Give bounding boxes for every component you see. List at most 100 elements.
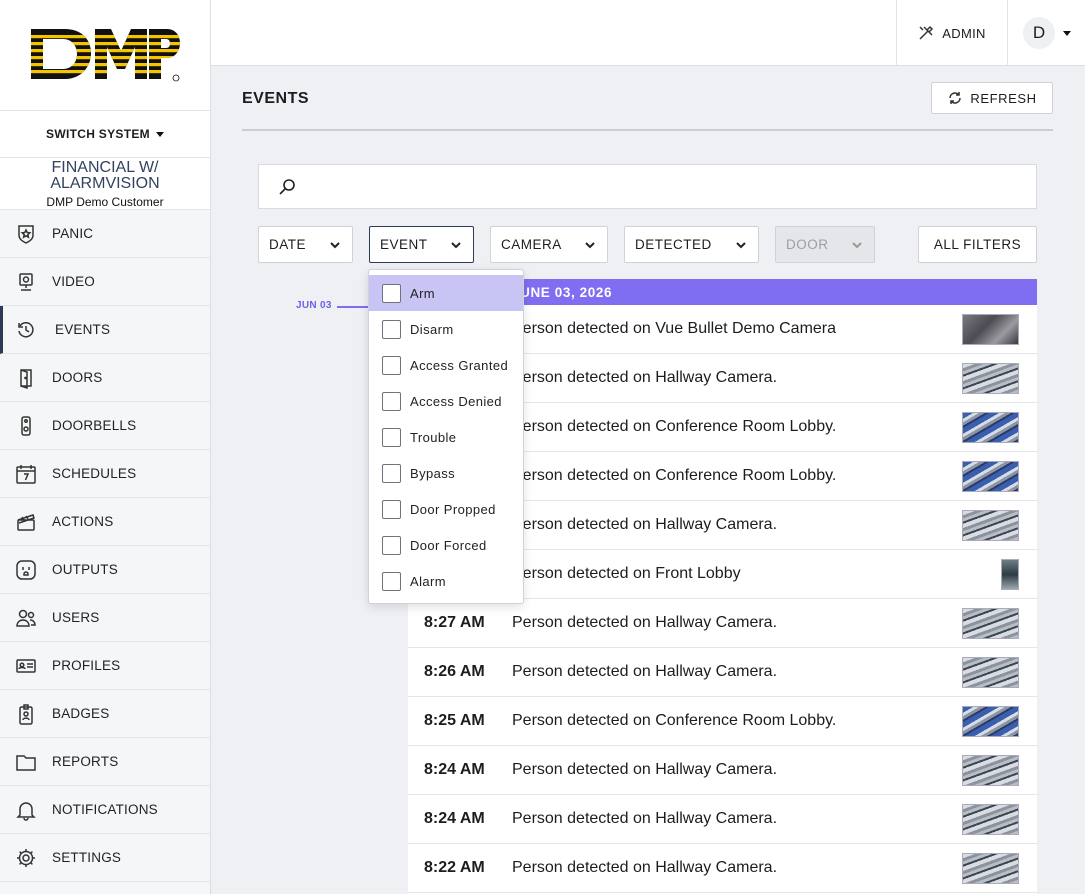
option-label: Access Denied bbox=[410, 393, 502, 409]
table-row[interactable]: 8:22 AM Person detected on Hallway Camera… bbox=[408, 844, 1037, 893]
all-filters-button[interactable]: ALL FILTERS bbox=[918, 226, 1037, 263]
camera-filter[interactable]: CAMERA bbox=[490, 226, 608, 263]
user-menu[interactable]: D bbox=[1023, 17, 1071, 49]
event-thumbnail[interactable] bbox=[962, 461, 1019, 492]
chevron-down-icon bbox=[736, 242, 746, 249]
event-thumbnail[interactable] bbox=[962, 363, 1019, 394]
event-thumbnail[interactable] bbox=[962, 314, 1019, 345]
switch-system-button[interactable]: SWITCH SYSTEM bbox=[0, 111, 210, 158]
table-row[interactable]: 8:24 AM Person detected on Hallway Camera… bbox=[408, 746, 1037, 795]
page-title: EVENTS bbox=[242, 90, 310, 107]
option-label: Bypass bbox=[410, 465, 456, 481]
sidebar-item-users[interactable]: USERS bbox=[0, 594, 210, 642]
timeline-date-label[interactable]: JUN 03 bbox=[296, 300, 332, 311]
detected-filter[interactable]: DETECTED bbox=[624, 226, 759, 263]
event-thumbnail[interactable] bbox=[962, 412, 1019, 443]
sidebar-item-notifications[interactable]: NOTIFICATIONS bbox=[0, 786, 210, 834]
option-label: Door Forced bbox=[410, 537, 487, 553]
camera-icon bbox=[15, 271, 37, 293]
event-description: Person detected on Hallway Camera. bbox=[512, 614, 778, 631]
title-divider bbox=[242, 129, 1053, 131]
dmp-logo bbox=[31, 29, 180, 82]
event-description: Person detected on Hallway Camera. bbox=[512, 810, 778, 827]
search-input[interactable] bbox=[305, 173, 1005, 201]
doorbell-icon bbox=[15, 415, 37, 437]
search-box[interactable] bbox=[258, 164, 1037, 209]
admin-button[interactable]: ADMIN bbox=[896, 0, 1008, 66]
event-thumbnail[interactable] bbox=[962, 608, 1019, 639]
system-info: FINANCIAL W/ ALARMVISION DMP Demo Custom… bbox=[0, 158, 210, 210]
event-thumbnail[interactable] bbox=[962, 510, 1019, 541]
chevron-down-icon bbox=[852, 242, 862, 249]
event-thumbnail[interactable] bbox=[962, 657, 1019, 688]
sidebar-item-label: VIDEO bbox=[52, 274, 96, 289]
event-time: 8:22 AM bbox=[424, 859, 485, 876]
option-checkbox[interactable] bbox=[382, 499, 401, 519]
event-filter[interactable]: EVENT bbox=[369, 226, 474, 263]
dropdown-option[interactable]: Arm bbox=[369, 275, 523, 311]
dropdown-option[interactable]: Alarm bbox=[369, 563, 523, 599]
event-filter-dropdown: Arm Disarm Access Granted Access Denied Trou… bbox=[368, 269, 524, 604]
calendar-icon bbox=[15, 463, 37, 485]
date-filter[interactable]: DATE bbox=[258, 226, 353, 263]
option-checkbox[interactable] bbox=[382, 391, 401, 411]
option-checkbox[interactable] bbox=[382, 283, 401, 303]
sidebar-item-badges[interactable]: BADGES bbox=[0, 690, 210, 738]
sidebar-item-actions[interactable]: ACTIONS bbox=[0, 498, 210, 546]
event-description: Person detected on Hallway Camera. bbox=[512, 516, 778, 533]
option-checkbox[interactable] bbox=[382, 535, 401, 555]
system-name: FINANCIAL W/ ALARMVISION bbox=[50, 159, 160, 192]
table-row[interactable]: 8:24 AM Person detected on Hallway Camera… bbox=[408, 795, 1037, 844]
sidebar-item-schedules[interactable]: SCHEDULES bbox=[0, 450, 210, 498]
dropdown-option[interactable]: Access Granted bbox=[369, 347, 523, 383]
option-checkbox[interactable] bbox=[382, 427, 401, 447]
table-row[interactable]: 8:25 AM Person detected on Conference Roo… bbox=[408, 697, 1037, 746]
logo-area[interactable] bbox=[0, 0, 210, 111]
dropdown-option[interactable]: Disarm bbox=[369, 311, 523, 347]
sidebar-item-label: DOORS bbox=[52, 370, 103, 385]
event-thumbnail[interactable] bbox=[1001, 559, 1019, 590]
history-icon bbox=[15, 319, 37, 341]
all-filters-label: ALL FILTERS bbox=[933, 237, 1022, 252]
event-time: 8:27 AM bbox=[424, 614, 485, 631]
option-checkbox[interactable] bbox=[382, 319, 401, 339]
event-thumbnail[interactable] bbox=[962, 755, 1019, 786]
option-label: Trouble bbox=[410, 429, 457, 445]
option-checkbox[interactable] bbox=[382, 571, 401, 591]
bell-icon bbox=[15, 799, 37, 821]
avatar: D bbox=[1023, 17, 1055, 49]
sidebar: SWITCH SYSTEM FINANCIAL W/ ALARMVISION D… bbox=[0, 0, 211, 894]
sidebar-item-panic[interactable]: PANIC bbox=[0, 210, 210, 258]
sidebar-item-doorbells[interactable]: DOORBELLS bbox=[0, 402, 210, 450]
sidebar-item-reports[interactable]: REPORTS bbox=[0, 738, 210, 786]
table-row[interactable]: 8:27 AM Person detected on Hallway Camera… bbox=[408, 599, 1037, 648]
event-thumbnail[interactable] bbox=[962, 804, 1019, 835]
badge-icon bbox=[15, 703, 37, 725]
option-checkbox[interactable] bbox=[382, 355, 401, 375]
sidebar-item-doors[interactable]: DOORS bbox=[0, 354, 210, 402]
sidebar-item-label: USERS bbox=[52, 610, 100, 625]
option-label: Alarm bbox=[410, 573, 446, 589]
sidebar-item-events[interactable]: EVENTS bbox=[0, 306, 210, 354]
event-thumbnail[interactable] bbox=[962, 706, 1019, 737]
event-description: Person detected on Hallway Camera. bbox=[512, 761, 778, 778]
dropdown-option[interactable]: Access Denied bbox=[369, 383, 523, 419]
caret-down-icon bbox=[155, 131, 164, 137]
sidebar-item-video[interactable]: VIDEO bbox=[0, 258, 210, 306]
event-thumbnail[interactable] bbox=[962, 853, 1019, 884]
sidebar-item-profiles[interactable]: PROFILES bbox=[0, 642, 210, 690]
event-time: 8:24 AM bbox=[424, 810, 485, 827]
event-time: 8:26 AM bbox=[424, 663, 485, 680]
refresh-label: REFRESH bbox=[970, 90, 1037, 106]
dropdown-option[interactable]: Door Forced bbox=[369, 527, 523, 563]
table-row[interactable]: 8:26 AM Person detected on Hallway Camera… bbox=[408, 648, 1037, 697]
dropdown-option[interactable]: Trouble bbox=[369, 419, 523, 455]
refresh-button[interactable]: REFRESH bbox=[931, 82, 1053, 114]
chevron-down-icon bbox=[330, 242, 340, 249]
sidebar-item-outputs[interactable]: OUTPUTS bbox=[0, 546, 210, 594]
event-description: Person detected on Vue Bullet Demo Camer… bbox=[512, 320, 837, 337]
sidebar-item-settings[interactable]: SETTINGS bbox=[0, 834, 210, 882]
dropdown-option[interactable]: Bypass bbox=[369, 455, 523, 491]
dropdown-option[interactable]: Door Propped bbox=[369, 491, 523, 527]
option-checkbox[interactable] bbox=[382, 463, 401, 483]
